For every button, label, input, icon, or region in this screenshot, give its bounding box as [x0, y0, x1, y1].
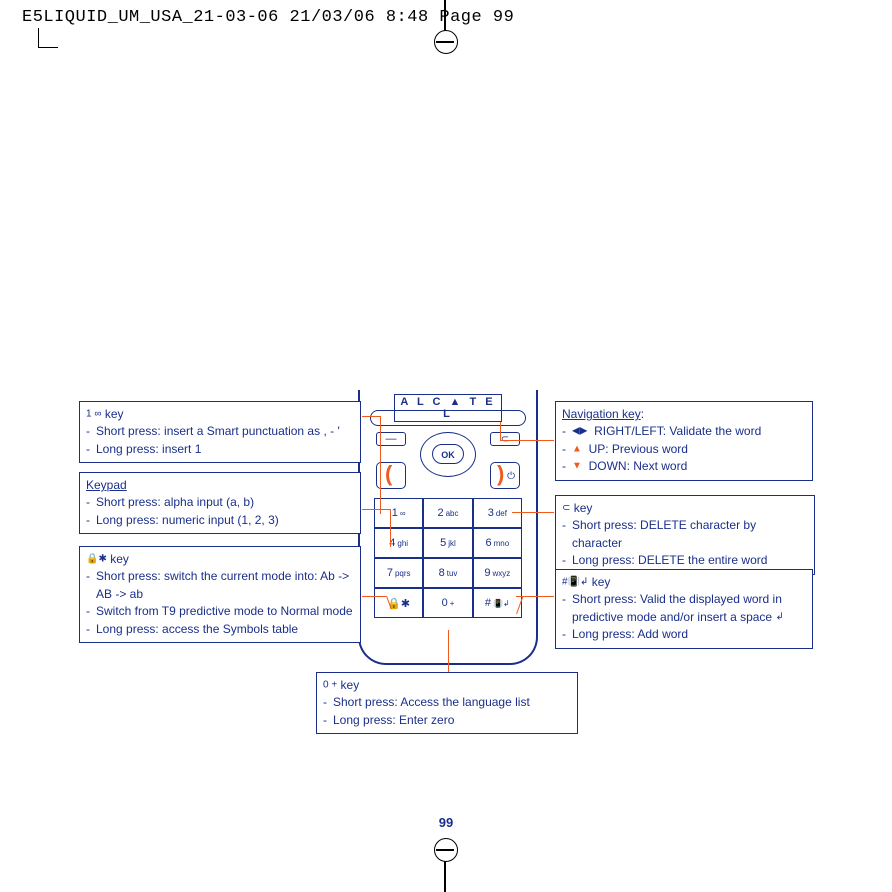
leader-key1-v — [380, 416, 381, 514]
key-1: 1∞ — [374, 498, 423, 528]
crop-mark-top-h — [436, 41, 454, 43]
callout-hash: #📳↲ key -Short press: Valid the displaye… — [555, 569, 813, 649]
hash-icon: #📳↲ — [562, 577, 588, 588]
leader-nav — [500, 440, 554, 441]
end-key — [490, 462, 520, 489]
left-right-icon: ◀▶ — [572, 426, 587, 437]
key-3: 3def — [473, 498, 522, 528]
key1-icon: 1 ∞ — [86, 409, 101, 420]
corner-mark — [38, 28, 58, 48]
keypad: 1∞ 2abc 3def 4ghi 5jkl 6mno 7pqrs 8tuv 9… — [374, 498, 522, 618]
leader-zero — [448, 630, 449, 672]
leader-keypad — [362, 509, 390, 510]
leader-keypad-v — [390, 509, 391, 547]
c-icon: ⊂ — [562, 503, 570, 514]
callout-key1: 1 ∞ key -Short press: insert a Smart pun… — [79, 401, 361, 463]
soft-key-right — [490, 432, 520, 446]
print-header: E5LIQUID_UM_USA_21-03-06 21/03/06 8:48 P… — [22, 8, 514, 27]
key-6: 6mno — [473, 528, 522, 558]
callout-nav: Navigation key: -◀▶ RIGHT/LEFT: Validate… — [555, 401, 813, 481]
key-7: 7pqrs — [374, 558, 423, 588]
callout-zero: 0 + key -Short press: Access the languag… — [316, 672, 578, 734]
leader-star — [362, 596, 386, 597]
key-8: 8tuv — [423, 558, 472, 588]
up-icon: ▲ — [572, 443, 582, 454]
leader-c — [512, 512, 554, 513]
crop-mark-bottom-h — [436, 849, 454, 851]
enter-icon: ↲ — [775, 611, 783, 622]
leader-nav-v — [500, 422, 501, 440]
crop-mark-top — [444, 0, 446, 36]
key-star: 🔒✱ — [374, 588, 423, 618]
key-9: 9wxyz — [473, 558, 522, 588]
callout-keypad: Keypad -Short press: alpha input (a, b) … — [79, 472, 361, 534]
callout-ckey: ⊂ key -Short press: DELETE character by … — [555, 495, 815, 575]
crop-mark-bottom — [444, 856, 446, 892]
leader-key1-h — [362, 416, 380, 417]
key-2: 2abc — [423, 498, 472, 528]
phone-illustration: A L C ▲ T E L OK 1∞ 2abc 3def 4ghi 5jkl … — [358, 390, 538, 665]
key-0: 0+ — [423, 588, 472, 618]
key-4: 4ghi — [374, 528, 423, 558]
down-icon: ▼ — [572, 461, 582, 472]
page-number: 99 — [0, 815, 892, 830]
star-icon: 🔒✱ — [86, 554, 107, 565]
key-5: 5jkl — [423, 528, 472, 558]
key-hash: #📳↲ — [473, 588, 522, 618]
ok-key: OK — [432, 444, 464, 464]
callout-star: 🔒✱ key -Short press: switch the current … — [79, 546, 361, 643]
overlay-strip — [370, 410, 526, 426]
zero-icon: 0 + — [323, 680, 337, 691]
